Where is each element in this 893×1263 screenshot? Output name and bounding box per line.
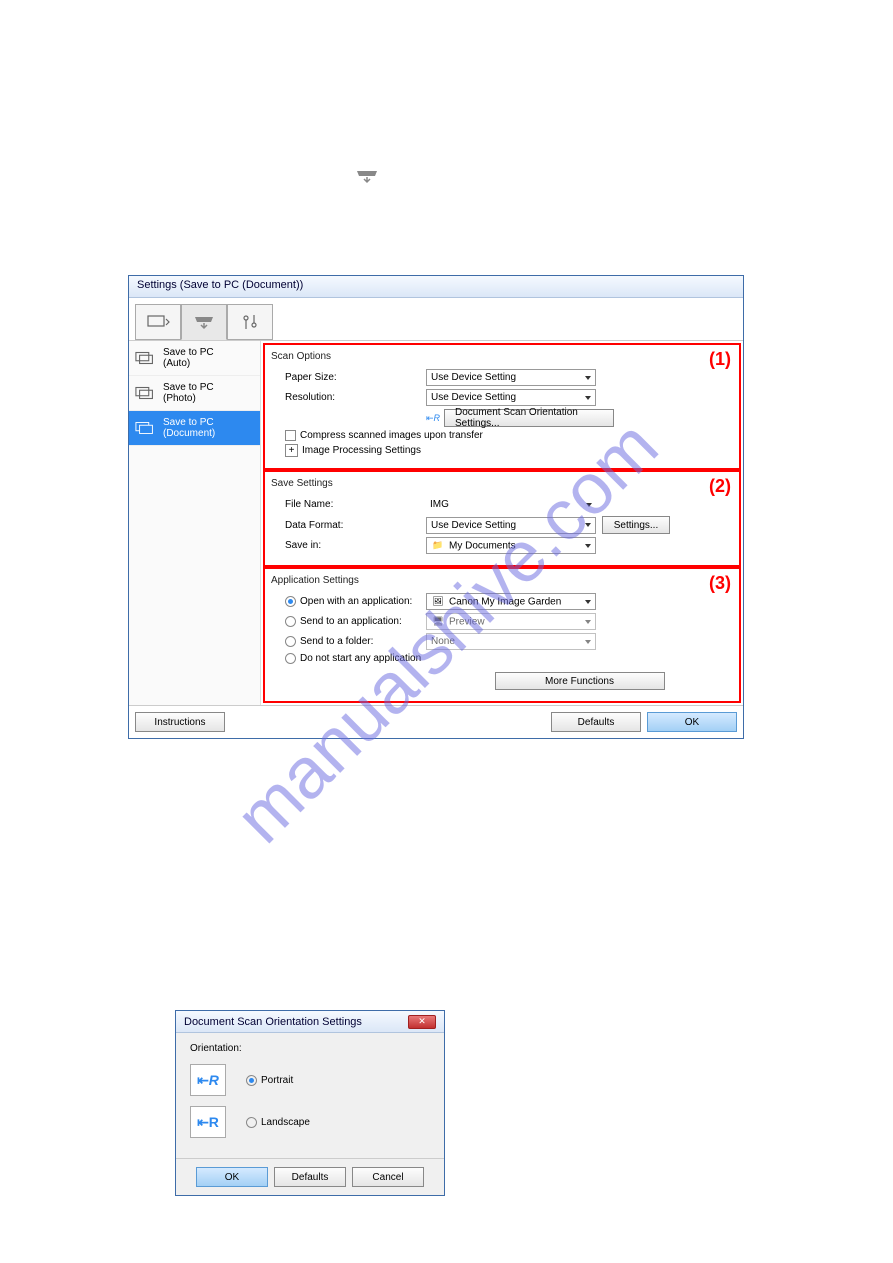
tab-pc[interactable] (135, 304, 181, 340)
resolution-combo[interactable]: Use Device Setting (426, 389, 596, 406)
chevron-down-icon (585, 523, 591, 527)
annotation-3: (3) (709, 573, 731, 594)
resolution-value: Use Device Setting (431, 392, 516, 403)
dlg-ok-button[interactable]: OK (196, 1167, 268, 1187)
scan-options-group: (1) Scan Options Paper Size: Use Device … (263, 343, 741, 470)
orientation-settings-button[interactable]: Document Scan Orientation Settings... (444, 409, 614, 427)
portrait-label: Portrait (261, 1075, 293, 1086)
dlg-cancel-button[interactable]: Cancel (352, 1167, 424, 1187)
send-app-combo[interactable]: 🖥 Preview (426, 613, 596, 630)
send-app-label: Send to an application: (300, 616, 402, 627)
window-title: Settings (Save to PC (Document)) (129, 276, 743, 298)
compress-label: Compress scanned images upon transfer (300, 430, 483, 441)
landscape-icon[interactable]: ⇤R (190, 1106, 226, 1138)
paper-size-label: Paper Size: (271, 372, 426, 383)
portrait-icon[interactable]: ⇤R (190, 1064, 226, 1096)
tab-settings[interactable] (227, 304, 273, 340)
chevron-down-icon (585, 620, 591, 624)
chevron-down-icon (585, 600, 591, 604)
open-with-radio[interactable] (285, 596, 296, 607)
resolution-label: Resolution: (271, 392, 426, 403)
annotation-2: (2) (709, 476, 731, 497)
scan-options-title: Scan Options (271, 349, 733, 366)
sidebar-item-auto[interactable]: Save to PC(Auto) (129, 341, 260, 376)
orientation-icon: ⇤R (426, 411, 440, 425)
improc-label: Image Processing Settings (302, 445, 421, 456)
close-icon[interactable]: ✕ (408, 1015, 436, 1029)
nostart-label: Do not start any application (300, 653, 421, 664)
sb-photo-l1: Save to PC (163, 382, 214, 393)
sb-photo-l2: (Photo) (163, 393, 196, 404)
dialog-titlebar: Document Scan Orientation Settings ✕ (176, 1011, 444, 1033)
dlg-defaults-button[interactable]: Defaults (274, 1167, 346, 1187)
app-settings-group: (3) Application Settings Open with an ap… (263, 567, 741, 703)
more-functions-button[interactable]: More Functions (495, 672, 665, 690)
chevron-down-icon (585, 376, 591, 380)
send-app-radio[interactable] (285, 616, 296, 627)
save-settings-title: Save Settings (271, 476, 733, 493)
landscape-radio[interactable] (246, 1117, 257, 1128)
landscape-label: Landscape (261, 1117, 310, 1128)
sb-auto-l1: Save to PC (163, 347, 214, 358)
orientation-dialog: Document Scan Orientation Settings ✕ Ori… (175, 1010, 445, 1196)
chevron-down-icon (586, 503, 592, 507)
savein-label: Save in: (271, 540, 426, 551)
sidebar-item-document[interactable]: Save to PC(Document) (129, 411, 260, 446)
sidebar-item-photo[interactable]: Save to PC(Photo) (129, 376, 260, 411)
content-area: (1) Scan Options Paper Size: Use Device … (261, 341, 743, 705)
send-folder-radio[interactable] (285, 636, 296, 647)
chevron-down-icon (585, 396, 591, 400)
dataformat-label: Data Format: (271, 520, 426, 531)
sb-doc-l1: Save to PC (163, 417, 214, 428)
portrait-radio[interactable] (246, 1075, 257, 1086)
open-with-label: Open with an application: (300, 596, 412, 607)
annotation-1: (1) (709, 349, 731, 370)
dataformat-settings-button[interactable]: Settings... (602, 516, 670, 534)
orientation-label: Orientation: (190, 1043, 430, 1054)
dialog-title: Document Scan Orientation Settings (184, 1016, 362, 1028)
sb-doc-l2: (Document) (163, 428, 215, 439)
open-with-combo[interactable]: 🖼 Canon My Image Garden (426, 593, 596, 610)
send-folder-label: Send to a folder: (300, 636, 373, 647)
filename-input[interactable]: IMG (426, 496, 596, 513)
tab-strip (129, 298, 743, 341)
settings-window: Settings (Save to PC (Document)) Save to… (128, 275, 744, 739)
send-folder-value: None (431, 636, 455, 647)
defaults-button[interactable]: Defaults (551, 712, 641, 732)
preview-icon: 🖥 (431, 615, 445, 629)
ok-button[interactable]: OK (647, 712, 737, 732)
filename-label: File Name: (271, 499, 426, 510)
tab-device[interactable] (181, 304, 227, 340)
chevron-down-icon (585, 640, 591, 644)
filename-value: IMG (430, 499, 449, 510)
savein-combo[interactable]: 📁 My Documents (426, 537, 596, 554)
savein-value: My Documents (449, 540, 516, 551)
send-folder-combo[interactable]: None (426, 633, 596, 650)
dataformat-combo[interactable]: Use Device Setting (426, 517, 596, 534)
instructions-button[interactable]: Instructions (135, 712, 225, 732)
app-icon: 🖼 (431, 595, 445, 609)
sidebar: Save to PC(Auto) Save to PC(Photo) Save … (129, 341, 261, 705)
window-footer: Instructions Defaults OK (129, 705, 743, 738)
sb-auto-l2: (Auto) (163, 358, 190, 369)
save-settings-group: (2) Save Settings File Name: IMG Data Fo… (263, 470, 741, 567)
dataformat-value: Use Device Setting (431, 520, 516, 531)
nostart-radio[interactable] (285, 653, 296, 664)
paper-size-value: Use Device Setting (431, 372, 516, 383)
chevron-down-icon (585, 544, 591, 548)
compress-checkbox[interactable] (285, 430, 296, 441)
app-settings-title: Application Settings (271, 573, 733, 590)
device-tab-icon (355, 168, 379, 184)
device-icon-ref (355, 165, 379, 186)
open-with-value: Canon My Image Garden (449, 596, 561, 607)
paper-size-combo[interactable]: Use Device Setting (426, 369, 596, 386)
folder-icon: 📁 (431, 539, 445, 553)
send-app-value: Preview (449, 616, 485, 627)
expand-improc-button[interactable]: + (285, 444, 298, 457)
